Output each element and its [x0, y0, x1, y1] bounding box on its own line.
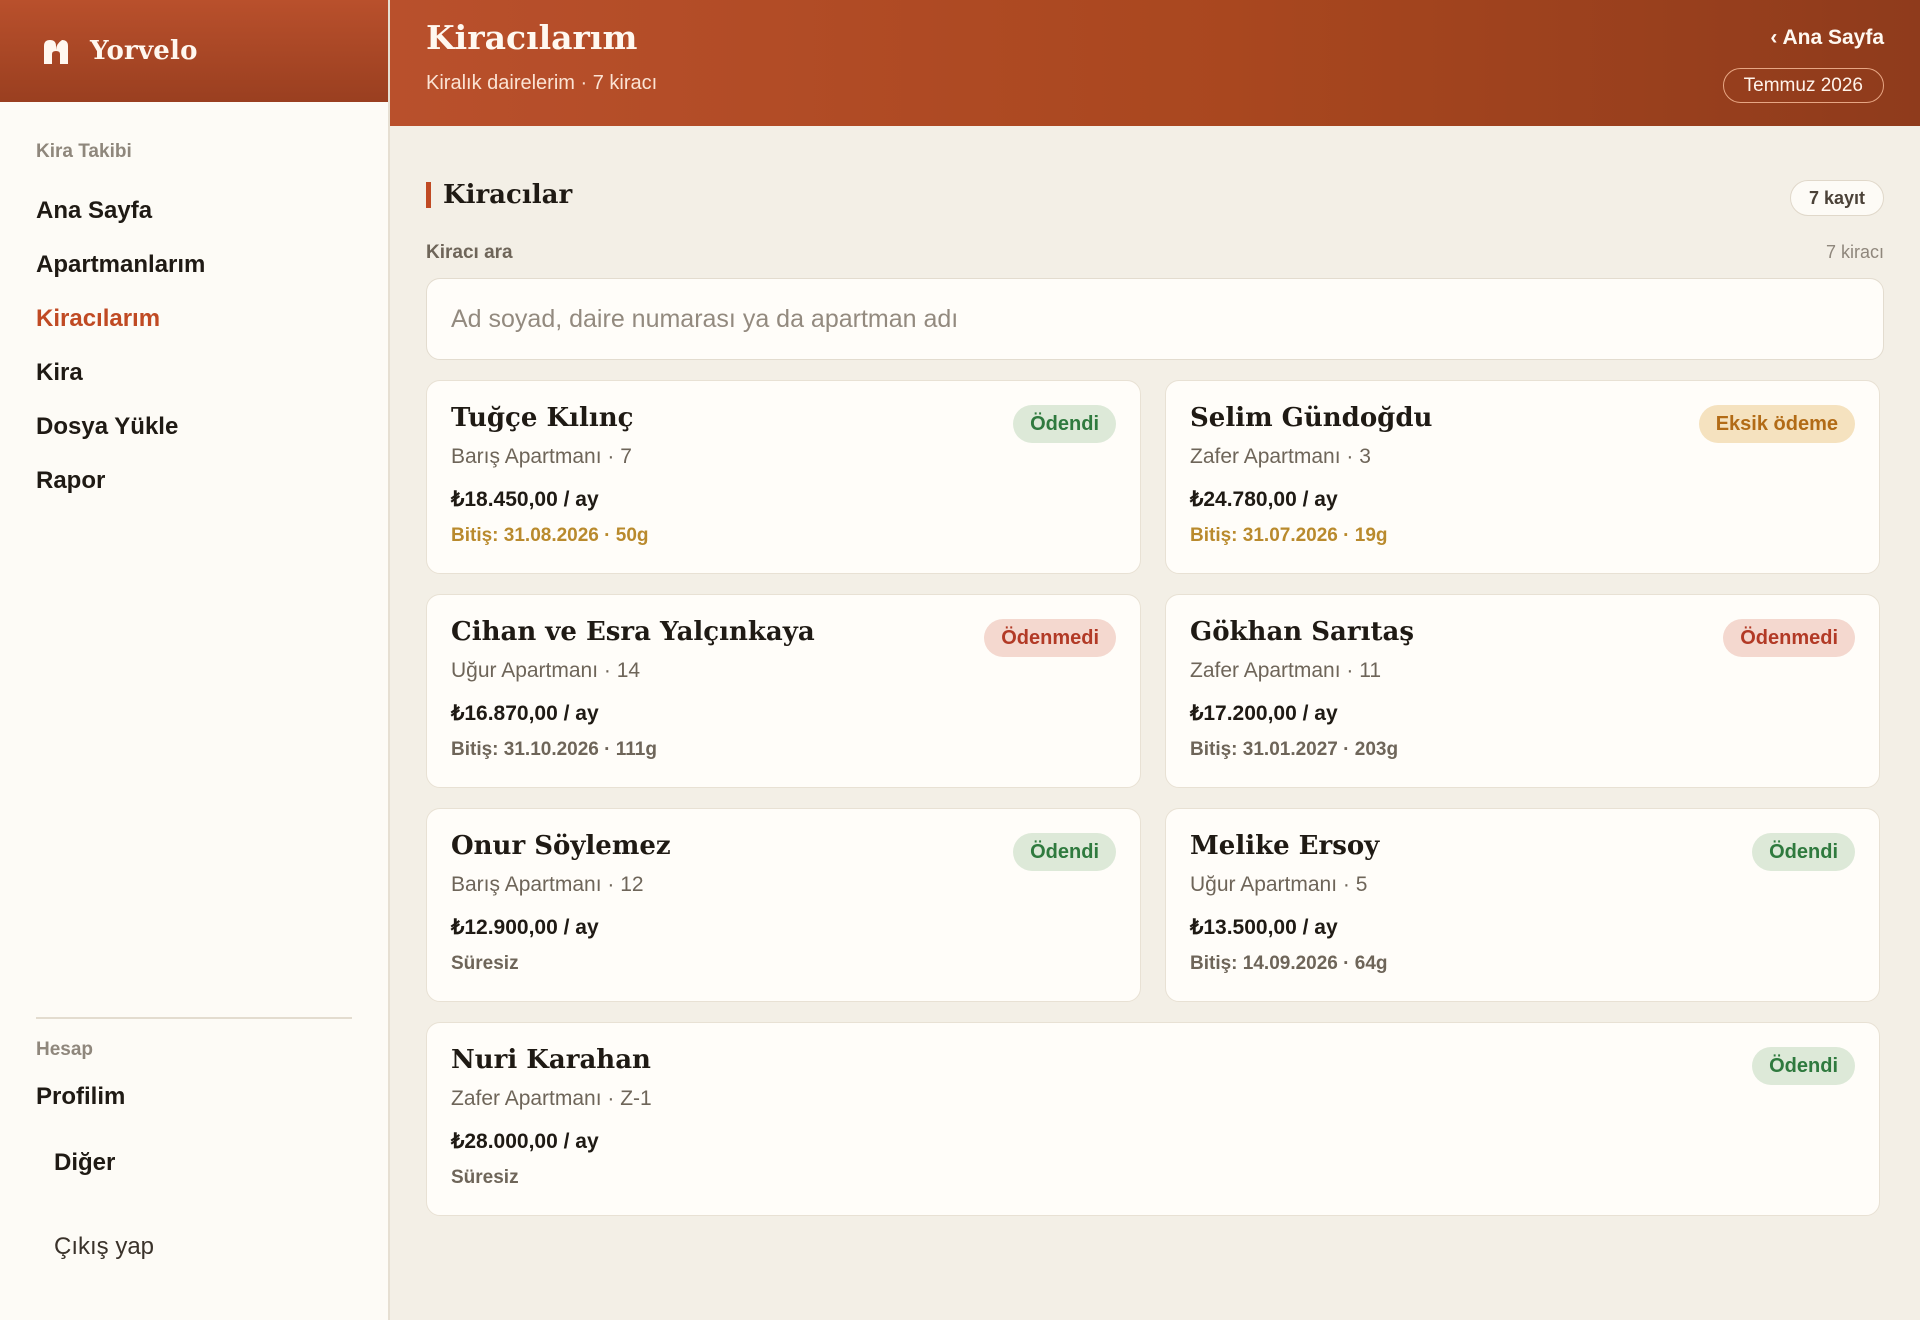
- tenant-lease-end: Süresiz: [451, 953, 519, 974]
- record-count-badge: 7 kayıt: [1789, 180, 1884, 216]
- search-label: Kiracı ara: [426, 242, 513, 263]
- sidebar-item-apartmanlarim[interactable]: Apartmanlarım: [36, 251, 205, 279]
- tenant-rent: ₺12.900,00 / ay: [451, 916, 599, 939]
- tenant-apartment: Barış Apartmanı · 12: [451, 873, 644, 896]
- tenant-card[interactable]: Cihan ve Esra Yalçınkaya Uğur Apartmanı ·…: [426, 594, 1141, 788]
- payment-status-badge: Ödendi: [1013, 405, 1116, 443]
- tenant-apartment: Zafer Apartmanı · 11: [1190, 659, 1382, 682]
- sidebar-section-hesap: Hesap: [36, 1039, 94, 1060]
- tenant-card[interactable]: Selim Gündoğdu Zafer Apartmanı · 3 ₺24.780…: [1165, 380, 1880, 574]
- tenant-apartment: Zafer Apartmanı · 3: [1190, 445, 1371, 468]
- search-result-count: 7 kiracı: [1825, 242, 1884, 262]
- tenant-rent: ₺16.870,00 / ay: [451, 702, 599, 725]
- tenant-rent: ₺24.780,00 / ay: [1190, 488, 1338, 511]
- sidebar-item-kira[interactable]: Kira: [36, 359, 83, 387]
- logout-button[interactable]: Çıkış yap: [54, 1233, 154, 1261]
- section-header: Kiracılar: [426, 180, 572, 210]
- tenant-card[interactable]: Tuğçe Kılınç Barış Apartmanı · 7 ₺18.450,0…: [426, 380, 1141, 574]
- sidebar: Yorvelo Kira Takibi Ana Sayfa Apartmanla…: [0, 0, 390, 1320]
- tenant-lease-end: Bitiş: 31.08.2026 · 50g: [451, 525, 649, 546]
- tenant-name: Cihan ve Esra Yalçınkaya: [451, 617, 815, 647]
- payment-status-badge: Ödenmedi: [984, 619, 1116, 657]
- payment-status-badge: Eksik ödeme: [1698, 405, 1855, 443]
- page-title: Kiracılarım: [426, 18, 638, 57]
- page-header: Kiracılarım Kiralık dairelerim · 7 kirac…: [390, 0, 1920, 126]
- tenant-rent: ₺18.450,00 / ay: [451, 488, 599, 511]
- house-logo-icon: [40, 37, 72, 65]
- tenant-name: Melike Ersoy: [1190, 831, 1380, 861]
- payment-status-badge: Ödendi: [1752, 1047, 1855, 1085]
- search-box: [426, 278, 1884, 360]
- tenant-lease-end: Bitiş: 31.07.2026 · 19g: [1190, 525, 1388, 546]
- tenant-lease-end: Bitiş: 31.10.2026 · 111g: [451, 739, 657, 760]
- sidebar-divider: [36, 1017, 352, 1019]
- tenant-rent: ₺13.500,00 / ay: [1190, 916, 1338, 939]
- sidebar-item-dosya-yukle[interactable]: Dosya Yükle: [36, 413, 178, 441]
- tenant-apartment: Uğur Apartmanı · 5: [1190, 873, 1368, 896]
- tenant-apartment: Uğur Apartmanı · 14: [451, 659, 641, 682]
- tenant-name: Selim Gündoğdu: [1190, 403, 1433, 433]
- tenant-rent: ₺28.000,00 / ay: [451, 1130, 599, 1153]
- brand-name: Yorvelo: [90, 36, 198, 66]
- payment-status-badge: Ödendi: [1752, 833, 1855, 871]
- sidebar-item-kiracilarim[interactable]: Kiracılarım: [36, 305, 160, 333]
- brand-header[interactable]: Yorvelo: [0, 0, 388, 102]
- sidebar-item-ana-sayfa[interactable]: Ana Sayfa: [36, 197, 152, 225]
- section-accent-bar: [426, 182, 431, 208]
- tenant-name: Onur Söylemez: [451, 831, 671, 861]
- tenant-apartment: Barış Apartmanı · 7: [451, 445, 632, 468]
- sidebar-item-rapor[interactable]: Rapor: [36, 467, 105, 495]
- sidebar-section-kira-takibi: Kira Takibi: [36, 141, 132, 162]
- tenant-lease-end: Bitiş: 31.01.2027 · 203g: [1190, 739, 1399, 760]
- home-link[interactable]: ‹ Ana Sayfa: [1770, 26, 1884, 50]
- tenant-name: Gökhan Sarıtaş: [1190, 617, 1414, 647]
- tenant-lease-end: Süresiz: [451, 1167, 519, 1188]
- sidebar-item-profilim[interactable]: Profilim: [36, 1083, 125, 1111]
- tenant-card[interactable]: Gökhan Sarıtaş Zafer Apartmanı · 11 ₺17.20…: [1165, 594, 1880, 788]
- tenant-apartment: Zafer Apartmanı · Z-1: [451, 1087, 652, 1110]
- month-selector[interactable]: Temmuz 2026: [1722, 68, 1884, 103]
- page-subtitle: Kiralık dairelerim · 7 kiracı: [426, 72, 658, 94]
- tenant-card[interactable]: Nuri Karahan Zafer Apartmanı · Z-1 ₺28.000…: [426, 1022, 1880, 1216]
- tenant-lease-end: Bitiş: 14.09.2026 · 64g: [1190, 953, 1388, 974]
- payment-status-badge: Ödenmedi: [1723, 619, 1855, 657]
- tenant-search-input[interactable]: [427, 279, 1883, 359]
- section-title: Kiracılar: [443, 180, 573, 210]
- tenant-name: Tuğçe Kılınç: [451, 403, 634, 433]
- tenant-name: Nuri Karahan: [451, 1045, 651, 1075]
- tenant-rent: ₺17.200,00 / ay: [1190, 702, 1338, 725]
- payment-status-badge: Ödendi: [1013, 833, 1116, 871]
- tenant-card[interactable]: Onur Söylemez Barış Apartmanı · 12 ₺12.900…: [426, 808, 1141, 1002]
- tenant-card[interactable]: Melike Ersoy Uğur Apartmanı · 5 ₺13.500,00…: [1165, 808, 1880, 1002]
- sidebar-item-diger[interactable]: Diğer: [54, 1149, 115, 1177]
